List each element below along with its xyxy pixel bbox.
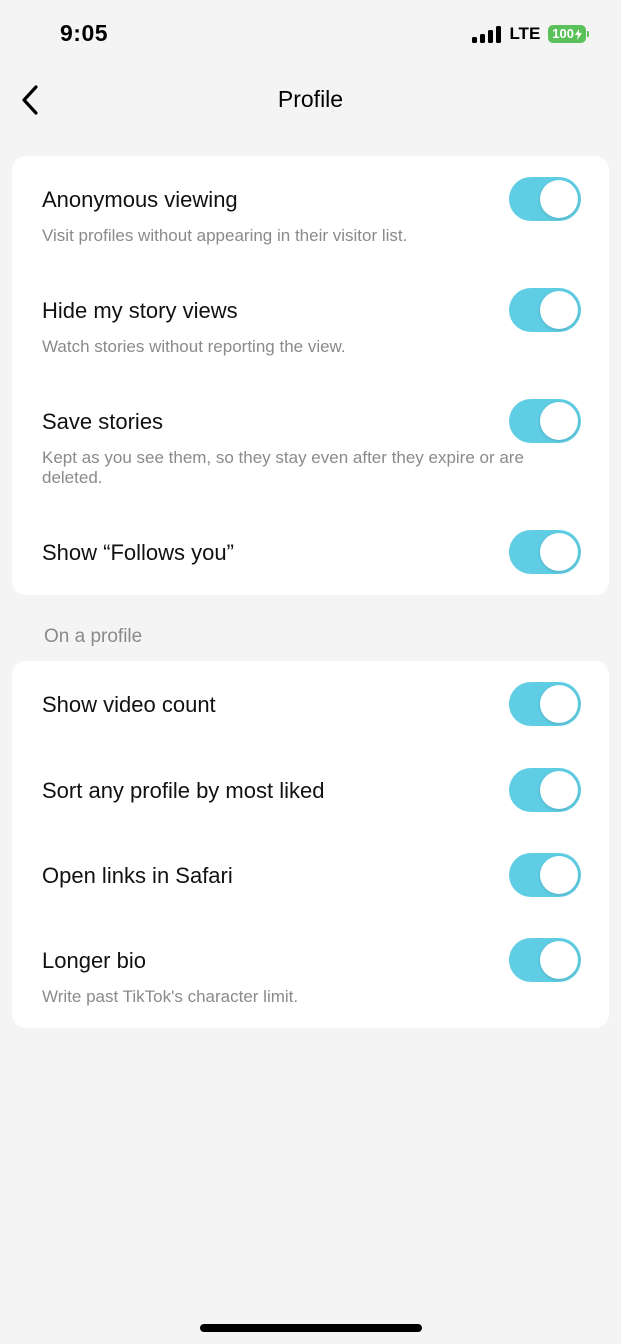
- status-bar: 9:05 LTE 100: [0, 0, 621, 70]
- section-header: On a profile: [44, 626, 143, 647]
- show-follows-you-toggle[interactable]: [509, 530, 581, 574]
- status-time: 9:05: [60, 20, 109, 46]
- setting-row-save-stories: Save stories Kept as you see them, so th…: [12, 378, 609, 509]
- setting-title: Show “Follows you”: [42, 540, 234, 565]
- setting-title: Anonymous viewing: [42, 187, 238, 212]
- status-indicators: LTE 100: [472, 24, 589, 44]
- setting-row-sort-by-most-liked: Sort any profile by most liked: [12, 747, 609, 832]
- save-stories-toggle[interactable]: [509, 399, 581, 443]
- hide-story-views-toggle[interactable]: [509, 288, 581, 332]
- setting-title: Show video count: [42, 692, 216, 717]
- page-title: Profile: [277, 86, 344, 112]
- setting-row-longer-bio: Longer bio Write past TikTok's character…: [12, 917, 609, 1028]
- setting-row-hide-story-views: Hide my story views Watch stories withou…: [12, 267, 609, 378]
- open-links-safari-toggle[interactable]: [509, 853, 581, 897]
- setting-title: Longer bio: [42, 948, 146, 973]
- setting-title: Open links in Safari: [42, 863, 233, 888]
- battery-icon: 100: [548, 25, 589, 43]
- battery-level: 100: [552, 26, 574, 41]
- setting-description: Visit profiles without appearing in thei…: [42, 226, 408, 245]
- network-type: LTE: [509, 24, 541, 43]
- setting-description: Watch stories without reporting the view…: [42, 337, 346, 356]
- setting-row-anonymous-viewing: Anonymous viewing Visit profiles without…: [12, 156, 609, 267]
- cellular-signal-icon: [472, 25, 502, 43]
- setting-description: Write past TikTok's character limit.: [42, 987, 299, 1006]
- navigation-bar: Profile: [0, 70, 621, 130]
- setting-title: Hide my story views: [42, 298, 238, 323]
- settings-card-profile: Show video count Sort any profile by mos…: [12, 661, 609, 1028]
- setting-row-show-video-count: Show video count: [12, 661, 609, 747]
- sort-by-most-liked-toggle[interactable]: [509, 768, 581, 812]
- setting-row-show-follows-you: Show “Follows you”: [12, 509, 609, 595]
- charging-bolt-icon: [575, 28, 582, 40]
- setting-row-open-links-safari: Open links in Safari: [12, 832, 609, 917]
- longer-bio-toggle[interactable]: [509, 938, 581, 982]
- setting-description: Kept as you see them, so they stay even …: [42, 448, 524, 487]
- anonymous-viewing-toggle[interactable]: [509, 177, 581, 221]
- settings-card-general: Anonymous viewing Visit profiles without…: [12, 156, 609, 595]
- setting-title: Sort any profile by most liked: [42, 778, 325, 803]
- setting-title: Save stories: [42, 409, 164, 434]
- show-video-count-toggle[interactable]: [509, 682, 581, 726]
- home-indicator[interactable]: [200, 1324, 422, 1332]
